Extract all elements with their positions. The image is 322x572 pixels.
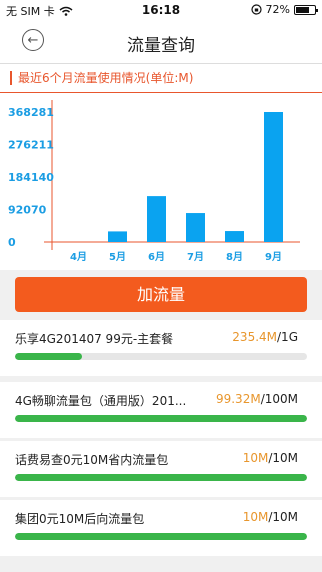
- package-total: /10M: [268, 510, 298, 524]
- add-traffic-button[interactable]: 加流量: [15, 277, 307, 312]
- battery-percent: 72%: [265, 3, 290, 16]
- chart-bar: [147, 196, 166, 242]
- usage-chart-card: 最近6个月流量使用情况(单位:M) 0 92070 184140 276211 3682…: [0, 64, 322, 270]
- usage-progress-fill: [15, 415, 307, 422]
- chart-title: 最近6个月流量使用情况(单位:M): [10, 71, 193, 85]
- y-tick-label: 92070: [8, 204, 47, 217]
- package-total: /1G: [277, 330, 298, 344]
- package-name: 集团0元10M后向流量包: [15, 512, 145, 526]
- package-name: 乐享4G201407 99元-主套餐: [15, 332, 174, 346]
- package-name: 4G畅聊流量包（通用版）201...: [15, 394, 187, 408]
- nav-bar: ← 流量查询: [0, 20, 322, 64]
- package-name: 话费易查0元10M省内流量包: [15, 453, 169, 467]
- chart-bar: [225, 231, 244, 242]
- package-item[interactable]: 乐享4G201407 99元-主套餐 235.4M/1G: [0, 320, 322, 376]
- battery-icon: [294, 4, 318, 15]
- package-used: 99.32M: [215, 392, 261, 406]
- usage-progress-fill: [15, 474, 307, 481]
- y-tick-label: 276211: [8, 138, 54, 151]
- usage-progress-fill: [15, 533, 307, 540]
- usage-progress-bar: [15, 474, 307, 481]
- page-title: 流量查询: [127, 36, 195, 56]
- package-used: 235.4M: [232, 330, 278, 344]
- usage-progress-fill: [15, 353, 83, 360]
- package-used: 10M: [242, 451, 269, 465]
- package-usage: 235.4M/1G: [232, 330, 298, 344]
- usage-bar-chart: 0 92070 184140 276211 368281 4月 5月 6月 7月 8月 9月: [8, 100, 300, 263]
- package-total: /100M: [260, 392, 298, 406]
- package-usage: 99.32M/100M: [216, 392, 298, 406]
- y-tick-label: 184140: [8, 171, 54, 184]
- status-right: 72%: [250, 3, 318, 16]
- x-tick-label: 6月: [148, 251, 165, 263]
- package-usage: 10M/10M: [243, 510, 298, 524]
- y-tick-label: 368281: [8, 106, 54, 119]
- x-tick-label: 8月: [226, 251, 243, 263]
- x-tick-label: 7月: [187, 251, 204, 263]
- package-used: 10M: [242, 510, 269, 524]
- package-usage: 10M/10M: [243, 451, 298, 465]
- usage-progress-bar: [15, 415, 307, 422]
- orientation-lock-icon: [250, 4, 262, 15]
- package-total: /10M: [268, 451, 298, 465]
- x-tick-label: 5月: [109, 251, 126, 263]
- status-bar: 无 SIM 卡 16:18 72%: [0, 0, 322, 20]
- package-item[interactable]: 集团0元10M后向流量包 10M/10M: [0, 500, 322, 556]
- chart-bar: [108, 231, 127, 242]
- usage-progress-bar: [15, 533, 307, 540]
- usage-progress-bar: [15, 353, 307, 360]
- chart-bar: [186, 213, 205, 242]
- package-item[interactable]: 4G畅聊流量包（通用版）201... 99.32M/100M: [0, 382, 322, 438]
- package-item[interactable]: 话费易查0元10M省内流量包 10M/10M: [0, 441, 322, 497]
- y-tick-label: 0: [8, 236, 16, 249]
- chart-bar: [264, 112, 283, 242]
- x-tick-label: 9月: [265, 251, 282, 263]
- x-tick-label: 4月: [70, 251, 87, 263]
